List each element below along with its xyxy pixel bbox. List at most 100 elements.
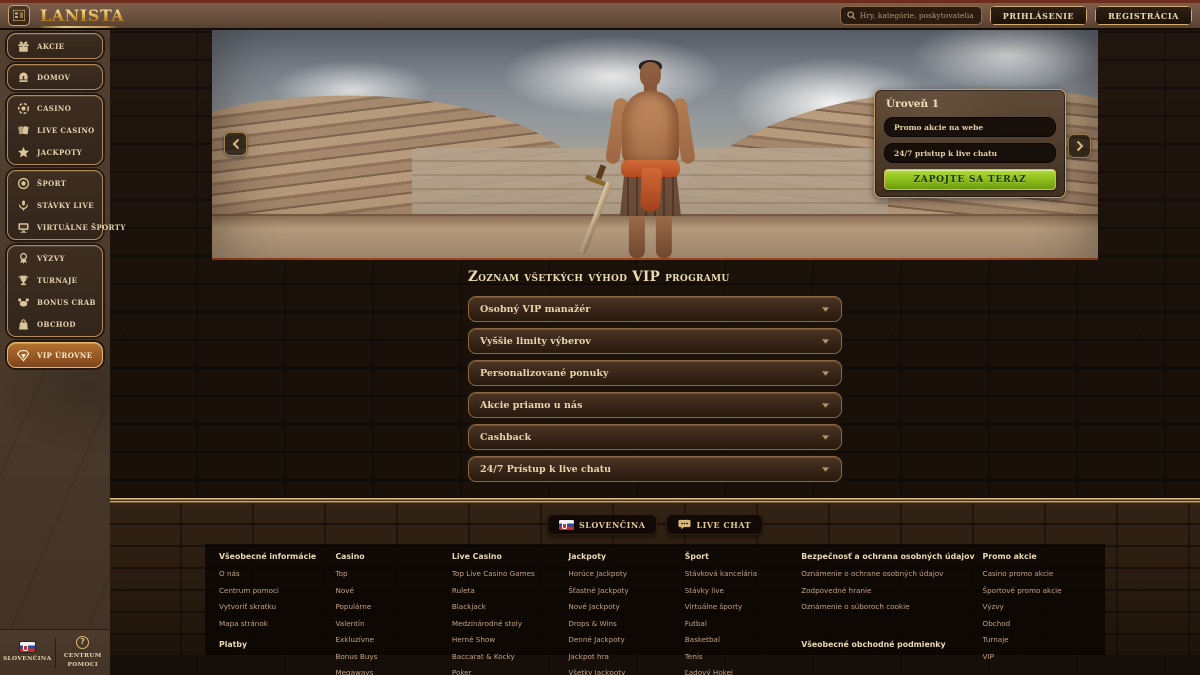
footer-link[interactable]: Tenis [685, 652, 793, 661]
hero-banner: Úroveň 1 Promo akcie na webe 24/7 pristu… [212, 30, 1098, 258]
sidebar-item-label: STÁVKY LIVE [37, 201, 94, 210]
search-input[interactable] [860, 11, 975, 20]
footer-link[interactable]: Jackpot hra [568, 652, 676, 661]
footer-link[interactable]: Nové Jackpoty [568, 602, 676, 611]
search-box[interactable] [840, 6, 982, 25]
footer-link[interactable]: Nové [335, 586, 443, 595]
footer-link[interactable]: Športové promo akcie [983, 586, 1091, 595]
footer-link[interactable]: Megaways [335, 668, 443, 675]
footer-link[interactable]: Oznámenie o ochrane osobných údajov [801, 569, 974, 578]
sidebar-item-virtualne-sporty[interactable]: VIRTUÁLNE ŠPORTY [8, 216, 102, 238]
footer-link[interactable]: Oznámenie o súboroch cookie [801, 602, 974, 611]
language-button[interactable]: SLOVENČINA [0, 630, 55, 675]
casino-chip-icon [17, 102, 30, 115]
footer-link[interactable]: Všetky Jackpoty [568, 668, 676, 675]
footer-link[interactable]: Poker [452, 668, 560, 675]
footer-link[interactable]: Valentín [335, 619, 443, 628]
sidebar-toggle-button[interactable] [8, 5, 30, 26]
login-button[interactable]: PRIHLÁSENIE [990, 6, 1087, 25]
footer-link[interactable]: Futbal [685, 619, 793, 628]
help-center-button[interactable]: ? CENTRUM POMOCI [56, 630, 111, 675]
sidebar-item-jackpoty[interactable]: JACKPOTY [8, 141, 102, 163]
carousel-next-button[interactable] [1068, 134, 1091, 158]
footer-link[interactable]: Top [335, 569, 443, 578]
footer-link[interactable]: VIP [983, 652, 1091, 661]
footer-link[interactable]: Virtuálne športy [685, 602, 793, 611]
sidebar-item-obchod[interactable]: OBCHOD [8, 313, 102, 335]
gem-icon [17, 349, 30, 362]
join-now-button[interactable]: ZAPOJTE SA TERAZ [884, 169, 1056, 190]
footer-link[interactable]: Basketbal [685, 635, 793, 644]
sidebar: AKCIE DOMOV CASINO LIVE CASINO JACKPOTY [0, 30, 110, 675]
sidebar-item-domov[interactable]: DOMOV [8, 66, 102, 88]
gift-icon [17, 40, 30, 53]
sidebar-item-label: VIP ÚROVNE [37, 351, 92, 360]
footer-link[interactable]: Horúce Jackpoty [568, 569, 676, 578]
accordion-akcie-priamo[interactable]: Akcie priamo u nás [468, 392, 842, 418]
footer-link[interactable]: Exkluzívne [335, 635, 443, 644]
sidebar-item-bonus-crab[interactable]: BONUS CRAB [8, 291, 102, 313]
helmet-icon [17, 71, 30, 84]
accordion-label: Vyššie limity výberov [480, 336, 591, 347]
footer-link[interactable]: Mapa stránok [219, 619, 327, 628]
cards-icon [17, 124, 30, 137]
footer-link[interactable]: Ruleta [452, 586, 560, 595]
vip-benefits-title: Zoznam všetkých výhod VIP programu [468, 269, 842, 285]
register-button[interactable]: REGISTRÁCIA [1095, 6, 1192, 25]
accordion-cashback[interactable]: Cashback [468, 424, 842, 450]
footer-link[interactable]: Top Live Casino Games [452, 569, 560, 578]
accordion-vyssie-limity[interactable]: Vyššie limity výberov [468, 328, 842, 354]
footer-link[interactable]: Stávková kancelária [685, 569, 793, 578]
footer-link[interactable]: Šťastné Jackpoty [568, 586, 676, 595]
footer-link[interactable]: Centrum pomoci [219, 586, 327, 595]
footer-link[interactable]: Výzvy [983, 602, 1091, 611]
sidebar-item-label: OBCHOD [37, 320, 76, 329]
sidebar-item-vyzvy[interactable]: VÝZVY [8, 247, 102, 269]
accordion-osobny-vip-manazer[interactable]: Osobný VIP manažér [468, 296, 842, 322]
footer-link[interactable]: Denné Jackpoty [568, 635, 676, 644]
footer-link[interactable]: Medzinárodné stoly [452, 619, 560, 628]
footer-link[interactable]: Herné Show [452, 635, 560, 644]
trophy-icon [17, 274, 30, 287]
flag-slovakia-icon [559, 520, 574, 530]
sidebar-item-turnaje[interactable]: TURNAJE [8, 269, 102, 291]
footer-link[interactable]: Baccarat & Kocky [452, 652, 560, 661]
footer-language-button[interactable]: SLOVENČINA [547, 514, 657, 535]
sidebar-item-stavky-live[interactable]: STÁVKY LIVE [8, 194, 102, 216]
sidebar-item-sport[interactable]: ŠPORT [8, 172, 102, 194]
footer-column-header: Live Casino [452, 552, 560, 561]
footer-link[interactable]: Vytvoriť skratku [219, 602, 327, 611]
crab-icon [17, 296, 30, 309]
footer-link[interactable]: Stávky live [685, 586, 793, 595]
medal-icon [17, 252, 30, 265]
sidebar-item-vip-urovne[interactable]: VIP ÚROVNE [8, 344, 102, 366]
footer-language-label: SLOVENČINA [579, 520, 645, 530]
accordion-live-chat[interactable]: 24/7 Prístup k live chatu [468, 456, 842, 482]
footer-link[interactable]: Obchod [983, 619, 1091, 628]
sidebar-item-live-casino[interactable]: LIVE CASINO [8, 119, 102, 141]
footer-link[interactable]: Ľadový Hokej [685, 668, 793, 675]
sidebar-item-akcie[interactable]: AKCIE [8, 35, 102, 57]
footer-link[interactable]: O nás [219, 569, 327, 578]
footer-livechat-button[interactable]: LIVE CHAT [666, 514, 763, 535]
footer-link[interactable]: Drops & Wins [568, 619, 676, 628]
sidebar-item-casino[interactable]: CASINO [8, 97, 102, 119]
carousel-prev-button[interactable] [224, 132, 247, 156]
sidebar-item-label: VÝZVY [37, 254, 65, 263]
footer-column-casino: Casino Top Nové Populárne Valentín Exklu… [335, 552, 443, 655]
footer-link[interactable]: Bonus Buys [335, 652, 443, 661]
accordion-personalizovane-ponuky[interactable]: Personalizované ponuky [468, 360, 842, 386]
accordion-label: Osobný VIP manažér [480, 304, 590, 315]
menu-toggle-icon [13, 10, 25, 21]
footer-link[interactable]: Zodpovedné hranie [801, 586, 974, 595]
sidebar-item-label: TURNAJE [37, 276, 77, 285]
chevron-left-icon [231, 138, 241, 150]
footer-link[interactable]: Blackjack [452, 602, 560, 611]
footer-link[interactable]: Casino promo akcie [983, 569, 1091, 578]
footer-column-header: Promo akcie [983, 552, 1091, 561]
sidebar-item-label: JACKPOTY [37, 148, 82, 157]
footer-link[interactable]: Turnaje [983, 635, 1091, 644]
footer-link[interactable]: Populárne [335, 602, 443, 611]
chevron-down-icon [821, 338, 830, 345]
sidebar-footer: SLOVENČINA ? CENTRUM POMOCI [0, 629, 110, 675]
